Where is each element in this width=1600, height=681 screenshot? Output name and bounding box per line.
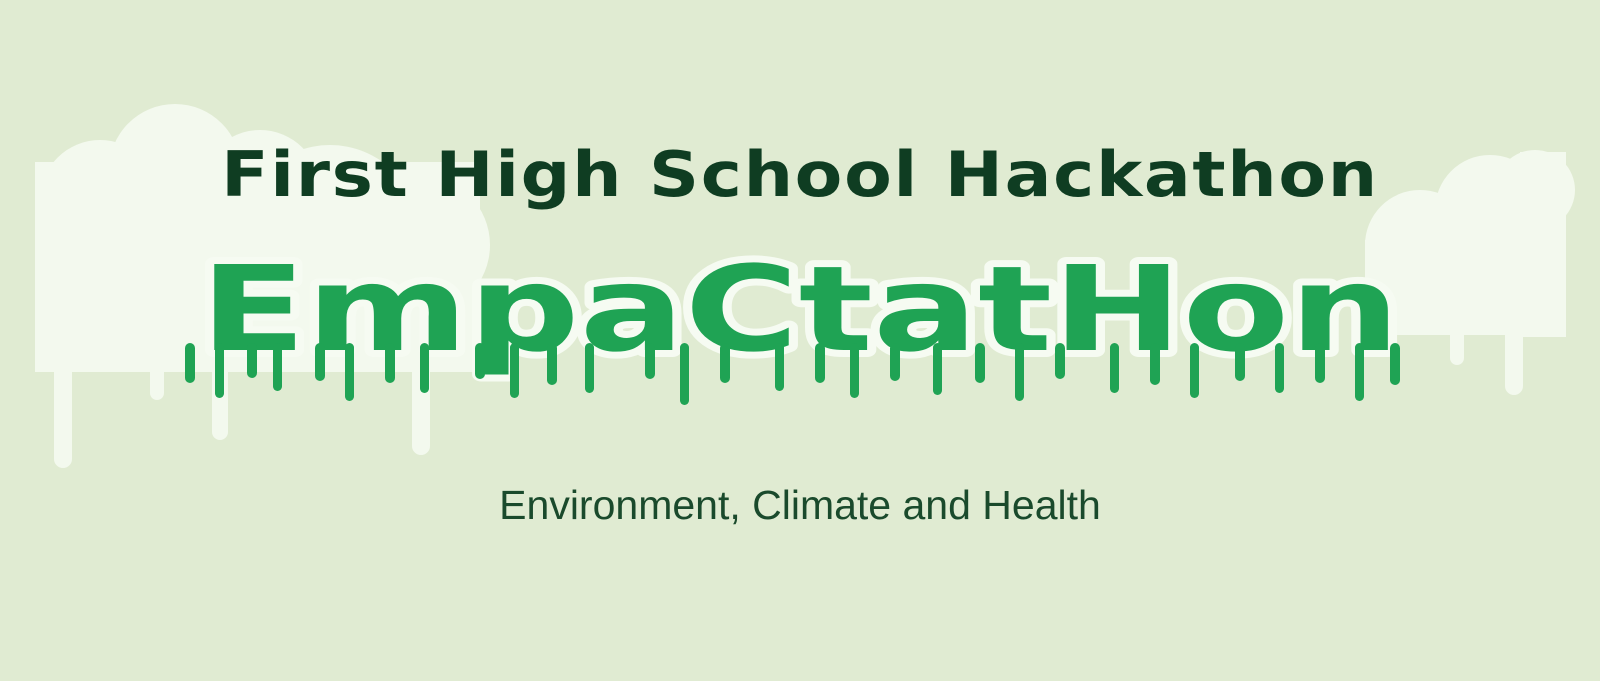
empactathon-logo: EmpaCtatHon EmpaCtatHon [185,238,1407,405]
hackathon-subtitle: Environment, Climate and Health [499,482,1101,528]
hackathon-headline: First High School Hackathon [221,138,1379,211]
logo-text: EmpaCtatHon [200,240,1400,378]
hackathon-banner: First High School Hackathon EmpaCtatHon … [0,0,1600,681]
